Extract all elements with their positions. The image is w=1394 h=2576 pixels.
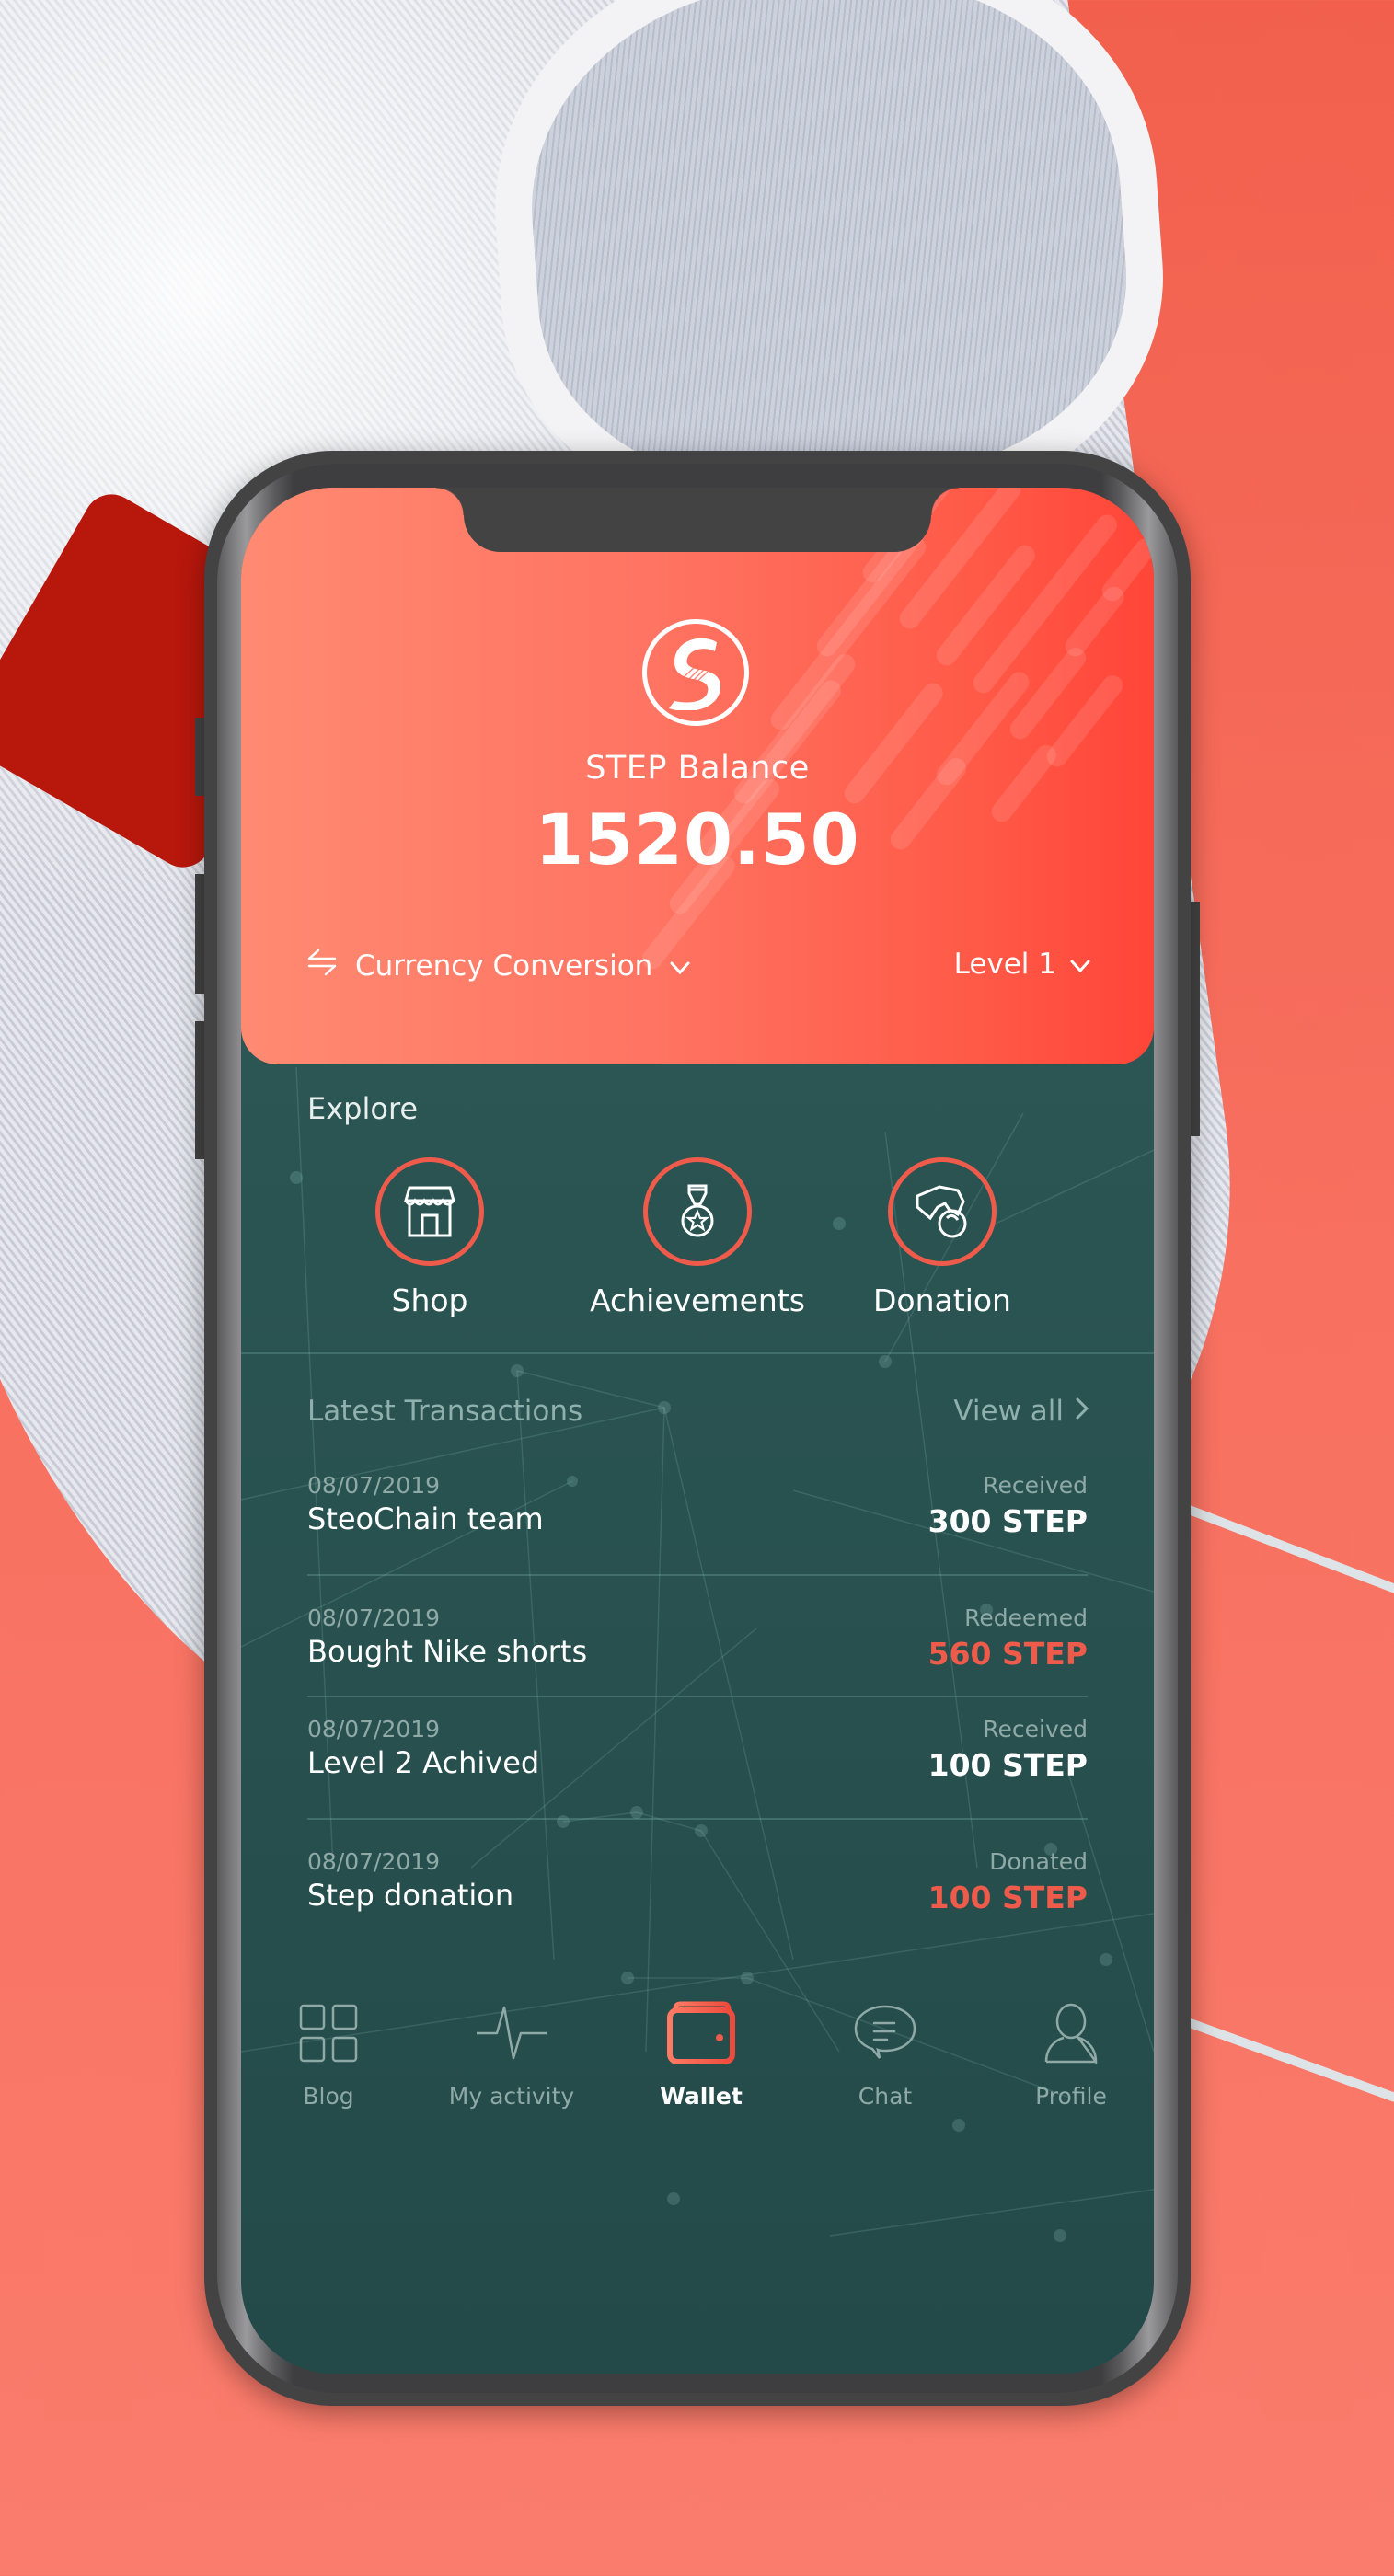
nav-label: Blog (303, 2083, 354, 2110)
nav-item-wallet[interactable]: Wallet (618, 1996, 784, 2110)
app-screen: STEP Balance 1520.50 Currency Conversion… (241, 488, 1154, 2374)
balance-header: STEP Balance 1520.50 Currency Conversion… (241, 488, 1154, 1064)
transaction-amount: 100 STEP (927, 1880, 1088, 1915)
chevron-down-icon (1069, 948, 1091, 981)
transaction-row[interactable]: 08/07/2019 SteoChain team Received 300 S… (307, 1472, 1088, 1564)
transaction-amount: 100 STEP (927, 1747, 1088, 1783)
transaction-date: 08/07/2019 (307, 1472, 441, 1499)
explore-row: Shop Achievements Donation (241, 1157, 1154, 1318)
nav-label: Profile (1035, 2083, 1107, 2110)
balance-label: STEP Balance (585, 750, 810, 787)
transaction-date: 08/07/2019 (307, 1716, 441, 1742)
transaction-amount: 560 STEP (927, 1636, 1088, 1672)
header-stripe (1098, 535, 1154, 605)
view-all-label: View all (953, 1395, 1064, 1428)
transaction-row[interactable]: 08/07/2019 Step donation Donated 100 STE… (307, 1848, 1088, 1940)
row-divider (307, 1818, 1088, 1820)
nav-item-blog[interactable]: Blog (246, 1996, 411, 2110)
transaction-row[interactable]: 08/07/2019 Bought Nike shorts Redeemed 5… (307, 1604, 1088, 1696)
nav-label: Chat (858, 2083, 913, 2110)
nav-item-my-activity[interactable]: My activity (429, 1996, 594, 2110)
transaction-type: Received (983, 1472, 1088, 1499)
transaction-type: Redeemed (964, 1604, 1088, 1631)
transaction-type: Donated (989, 1848, 1088, 1875)
phone-notch (436, 488, 959, 552)
transaction-name: Level 2 Achived (307, 1745, 540, 1780)
storefront-icon (404, 1186, 455, 1237)
nav-label: My activity (448, 2083, 575, 2110)
currency-conversion-dropdown[interactable]: Currency Conversion (305, 948, 691, 984)
stepchain-logo-icon (642, 619, 749, 726)
nav-item-chat[interactable]: Chat (802, 1996, 968, 2110)
explore-icon-circle (643, 1157, 752, 1266)
explore-item-achievements[interactable]: Achievements (589, 1157, 806, 1318)
background-cable (1175, 2013, 1394, 2118)
grid-icon (292, 1996, 365, 2070)
nav-label: Wallet (660, 2083, 743, 2110)
latest-transactions-title: Latest Transactions (307, 1395, 583, 1428)
explore-label: Donation (873, 1282, 1011, 1318)
chevron-right-icon (1075, 1395, 1089, 1428)
bottom-navigation: Blog My activity Wallet Chat Profile (241, 1996, 1154, 2116)
explore-icon-circle (888, 1157, 997, 1266)
chevron-down-icon (669, 949, 691, 983)
pulse-icon (475, 1996, 548, 2070)
explore-label: Achievements (590, 1282, 805, 1318)
balance-value: 1520.50 (535, 799, 860, 880)
chat-bubble-icon (848, 1996, 922, 2070)
header-stripe (766, 533, 930, 734)
hand-coin-icon (916, 1185, 967, 1238)
transaction-name: Step donation (307, 1878, 514, 1913)
view-all-link[interactable]: View all (953, 1395, 1089, 1428)
transaction-date: 08/07/2019 (307, 1604, 441, 1631)
user-icon (1034, 1996, 1108, 2070)
currency-conversion-label: Currency Conversion (355, 949, 653, 983)
explore-title: Explore (307, 1091, 419, 1126)
background-cable (1176, 1501, 1394, 1609)
transaction-name: SteoChain team (307, 1501, 544, 1536)
nav-item-profile[interactable]: Profile (988, 1996, 1154, 2110)
explore-item-donation[interactable]: Donation (869, 1157, 1016, 1318)
explore-icon-circle (375, 1157, 484, 1266)
level-label: Level 1 (953, 948, 1056, 981)
transaction-date: 08/07/2019 (307, 1848, 441, 1875)
swap-arrows-icon (305, 948, 339, 984)
section-divider (241, 1352, 1154, 1354)
wallet-icon (664, 1996, 738, 2070)
transaction-row[interactable]: 08/07/2019 Level 2 Achived Received 100 … (307, 1716, 1088, 1808)
explore-label: Shop (391, 1282, 468, 1318)
transaction-name: Bought Nike shorts (307, 1634, 588, 1669)
transaction-amount: 300 STEP (927, 1503, 1088, 1539)
row-divider (307, 1696, 1088, 1697)
transaction-type: Received (983, 1716, 1088, 1742)
row-divider (307, 1574, 1088, 1576)
level-dropdown[interactable]: Level 1 (954, 948, 1091, 981)
medal-icon (681, 1184, 714, 1237)
explore-item-shop[interactable]: Shop (375, 1157, 484, 1318)
